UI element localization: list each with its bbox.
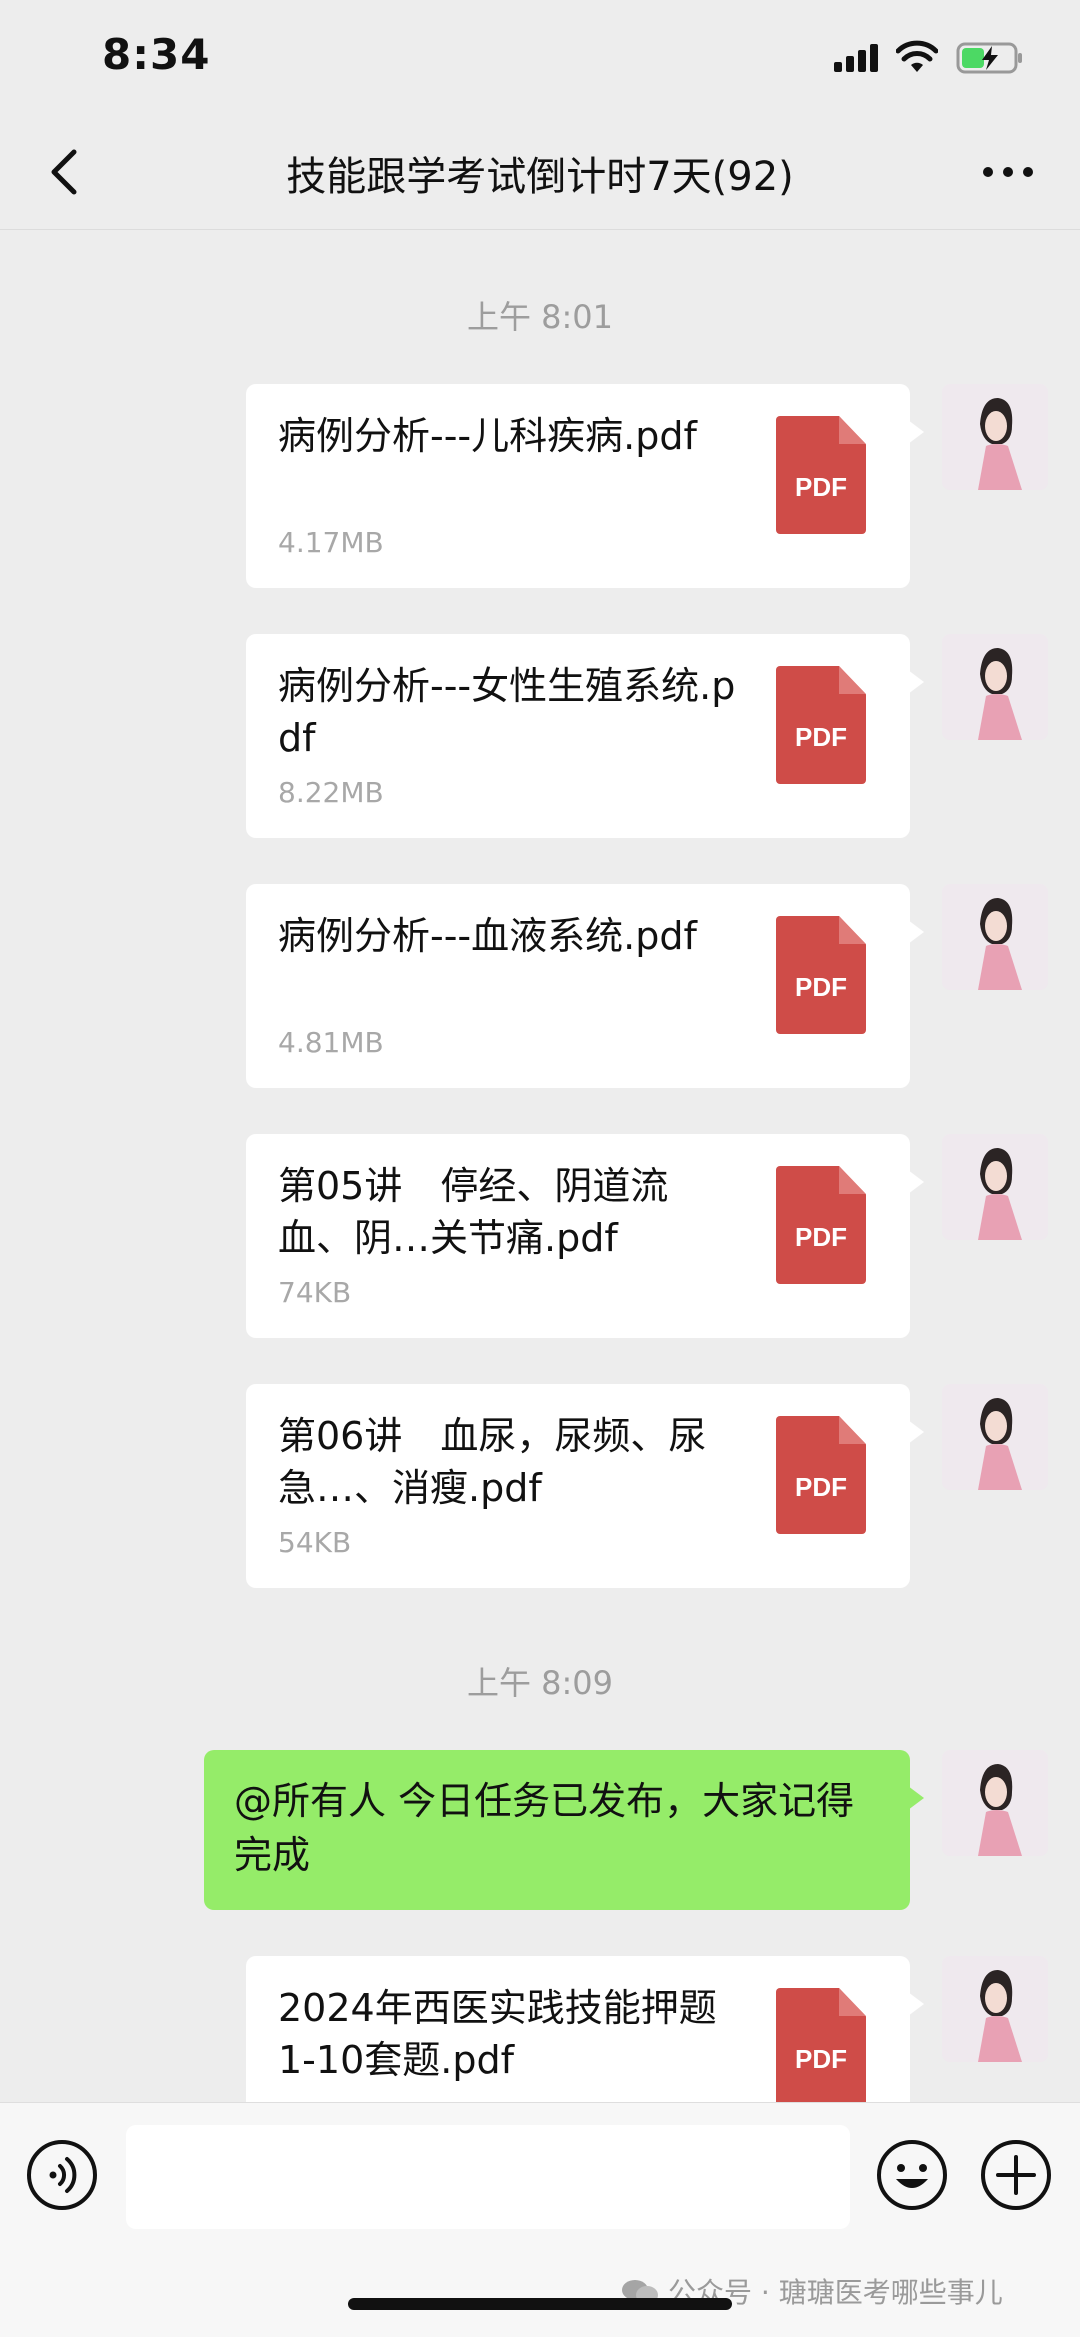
voice-input-icon[interactable]	[26, 2139, 98, 2211]
home-indicator	[348, 2298, 732, 2310]
nav-bar: 技能跟学考试倒计时7天(92)	[0, 120, 1080, 230]
avatar[interactable]	[942, 1956, 1048, 2062]
file-size: 4.81MB	[278, 1026, 384, 1059]
cellular-signal-icon	[834, 44, 878, 72]
message-input[interactable]	[126, 2125, 850, 2229]
status-bar: 8:34	[0, 0, 1080, 120]
file-size: 4.17MB	[278, 526, 384, 559]
timestamp: 上午 8:09	[466, 1664, 614, 1702]
avatar[interactable]	[942, 1750, 1048, 1856]
add-more-icon[interactable]	[980, 2139, 1052, 2211]
file-name: 病例分析---儿科疾病.pdf	[278, 414, 697, 458]
file-message[interactable]: 病例分析---血液系统.pdf 4.81MB PDF	[246, 884, 924, 1088]
file-message[interactable]: 第06讲 血尿，尿频、尿急…、消瘦.pdf 54KB PDF	[246, 1384, 924, 1588]
avatar[interactable]	[942, 1134, 1048, 1240]
pdf-file-icon: PDF	[776, 1988, 866, 2106]
battery-charging-icon	[956, 42, 1022, 74]
pdf-file-icon: PDF	[776, 416, 866, 534]
file-name: 第06讲 血尿，尿频、尿急…、消瘦.pdf	[278, 1414, 707, 1510]
message-text: @所有人 今日任务已发布，大家记得完成	[234, 1779, 855, 1877]
file-name: 第05讲 停经、阴道流血、阴…关节痛.pdf	[278, 1164, 669, 1260]
file-name: 2024年西医实践技能押题1-10套题.pdf	[278, 1986, 717, 2082]
pdf-file-icon: PDF	[776, 916, 866, 1034]
avatar[interactable]	[942, 1384, 1048, 1490]
back-arrow-icon[interactable]	[36, 142, 96, 202]
pdf-file-icon: PDF	[776, 1166, 866, 1284]
pdf-file-icon: PDF	[776, 666, 866, 784]
wifi-icon	[896, 40, 938, 72]
avatar[interactable]	[942, 634, 1048, 740]
chat-title: 技能跟学考试倒计时7天(92)	[286, 154, 794, 200]
file-size: 54KB	[278, 1526, 352, 1559]
file-name: 病例分析---血液系统.pdf	[278, 914, 697, 958]
avatar[interactable]	[942, 384, 1048, 490]
emoji-icon[interactable]	[876, 2139, 948, 2211]
file-message[interactable]: 病例分析---儿科疾病.pdf 4.17MB PDF	[246, 384, 924, 588]
file-message[interactable]: 第05讲 停经、阴道流血、阴…关节痛.pdf 74KB PDF	[246, 1134, 924, 1338]
file-message[interactable]: 病例分析---女性生殖系统.pdf 8.22MB PDF	[246, 634, 924, 838]
more-options-icon[interactable]	[976, 142, 1040, 202]
text-message-bubble[interactable]: @所有人 今日任务已发布，大家记得完成	[204, 1750, 924, 1910]
avatar[interactable]	[942, 884, 1048, 990]
file-size: 8.22MB	[278, 776, 384, 809]
pdf-file-icon: PDF	[776, 1416, 866, 1534]
status-time: 8:34	[102, 30, 211, 79]
file-name: 病例分析---女性生殖系统.pdf	[278, 664, 736, 760]
timestamp: 上午 8:01	[466, 298, 614, 336]
file-size: 74KB	[278, 1276, 352, 1309]
